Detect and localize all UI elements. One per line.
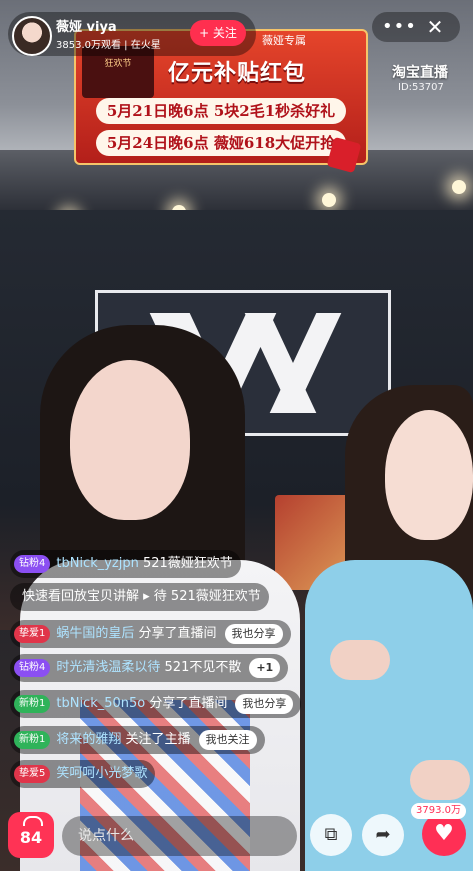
fan-level-badge: 挚爱5 [14, 764, 51, 783]
host-face [70, 360, 190, 520]
anchor-name: 薇娅 viya [56, 20, 117, 35]
comment-username[interactable]: 时光清浅温柔以待 [56, 660, 160, 675]
comment-input[interactable]: 说点什么 [62, 816, 297, 856]
comment-text: 分享了直播间 [145, 696, 228, 711]
follow-button[interactable]: + 关注 [190, 20, 246, 46]
comment-text: 分享了直播间 [134, 626, 217, 641]
fan-level-badge: 新粉1 [14, 694, 51, 713]
comment-item: 新粉1 tbNick_50n5o 分享了直播间 我也分享 [10, 690, 302, 718]
anchor-view-count: 3853.0万观看 | 在火星 [56, 40, 161, 51]
comment-text: 关注了主播 [121, 732, 191, 747]
plus-one-button[interactable]: +1 [249, 657, 281, 678]
comment-item: 新粉1 将来的雅翔 关注了主播 我也关注 [10, 726, 265, 754]
share-too-button[interactable]: 我也分享 [235, 693, 294, 714]
comment-username[interactable]: 蜗牛国的皇后 [56, 626, 134, 641]
platform-logo: 淘宝直播 [392, 65, 448, 81]
comment-item: 挚爱5 笑呵呵小光梦歌 [10, 760, 156, 788]
avatar[interactable] [12, 16, 52, 56]
room-id: ID:53707 [398, 82, 444, 93]
replay-notice[interactable]: 快速看回放宝贝讲解 ▸ 待 521薇娅狂欢节 [10, 583, 269, 611]
shopping-bag-button[interactable]: 84 [8, 812, 54, 858]
like-count-badge: 3793.0万 [411, 803, 466, 819]
promo-schedule-line-1: 5月21日晚6点 5块2毛1秒杀好礼 [96, 98, 346, 124]
comment-username[interactable]: 将来的雅翔 [56, 732, 121, 747]
replay-notice-text: 快速看回放宝贝讲解 ▸ 待 521薇娅狂欢节 [22, 589, 261, 604]
host-hand [330, 640, 390, 680]
comment-text: 521薇娅狂欢节 [138, 556, 233, 571]
ceiling-spotlight [322, 193, 336, 207]
share-too-button[interactable]: 我也分享 [224, 623, 283, 644]
comment-text: 521不见不散 [160, 660, 242, 675]
shopping-bag-icon [23, 816, 43, 826]
co-host-hand [410, 760, 470, 800]
copy-link-icon[interactable]: ⧉ [310, 814, 352, 856]
comment-item: 钻粉4 时光清浅温柔以待 521不见不散 +1 [10, 654, 289, 682]
fan-level-badge: 钻粉4 [14, 658, 51, 677]
promo-subtitle: 薇娅专属 [262, 34, 306, 47]
more-icon[interactable]: ••• [382, 12, 416, 42]
fan-level-badge: 钻粉4 [14, 554, 51, 573]
promo-schedule-line-2: 5月24日晚6点 薇娅618大促开抢 [96, 130, 346, 156]
comment-item: 挚爱1 蜗牛国的皇后 分享了直播间 我也分享 [10, 620, 291, 648]
fan-level-badge: 新粉1 [14, 730, 51, 749]
comment-username[interactable]: tbNick_yzjpn [56, 556, 138, 571]
comment-username[interactable]: tbNick_50n5o [56, 696, 145, 711]
comment-item: 钻粉4 tbNick_yzjpn 521薇娅狂欢节 [10, 550, 241, 578]
product-count: 84 [19, 828, 43, 847]
ceiling-spotlight [452, 180, 466, 194]
co-host-face [385, 410, 473, 540]
promo-title: 亿元补贴红包 [168, 61, 307, 86]
share-icon[interactable]: ➦ [362, 814, 404, 856]
close-icon[interactable]: ✕ [420, 12, 450, 42]
comment-username[interactable]: 笑呵呵小光梦歌 [56, 766, 147, 781]
fan-level-badge: 挚爱1 [14, 624, 51, 643]
follow-too-button[interactable]: 我也关注 [198, 729, 257, 750]
